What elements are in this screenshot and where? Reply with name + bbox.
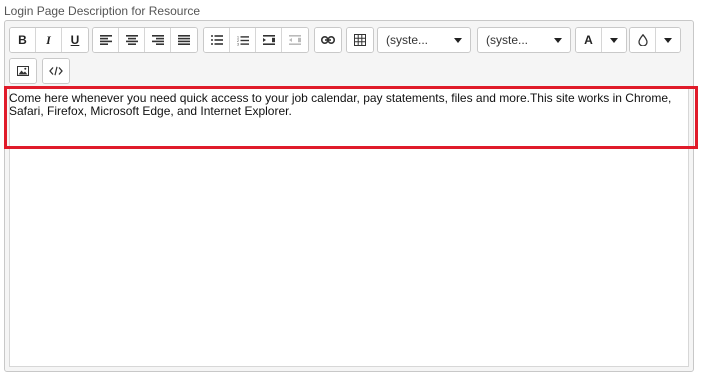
image-group bbox=[9, 58, 37, 84]
insert-link-button[interactable] bbox=[315, 28, 341, 52]
field-label: Login Page Description for Resource bbox=[4, 4, 201, 18]
underline-button[interactable]: U bbox=[62, 28, 88, 52]
align-left-button[interactable] bbox=[93, 28, 119, 52]
rich-text-editor: B I U 1 2 3 (syste... (syste... A bbox=[4, 20, 694, 372]
insert-table-button[interactable] bbox=[347, 28, 373, 52]
font-family-value: (syste... bbox=[386, 33, 429, 47]
highlight-box bbox=[4, 86, 698, 149]
underline-icon: U bbox=[70, 33, 80, 47]
font-color-button[interactable]: A bbox=[576, 28, 602, 52]
indent-button[interactable] bbox=[256, 28, 282, 52]
text-style-group: B I U bbox=[9, 27, 89, 53]
font-size-select[interactable]: (syste... bbox=[477, 27, 571, 53]
chevron-down-icon bbox=[664, 37, 672, 43]
table-icon bbox=[354, 34, 366, 46]
code-view-icon bbox=[49, 66, 63, 76]
table-group bbox=[346, 27, 374, 53]
code-view-group bbox=[42, 58, 70, 84]
font-color-dropdown[interactable] bbox=[602, 28, 626, 52]
font-color-icon: A bbox=[584, 33, 593, 47]
fill-color-dropdown[interactable] bbox=[656, 28, 680, 52]
fill-color-icon bbox=[637, 34, 648, 46]
fill-color-group bbox=[629, 27, 681, 53]
link-icon bbox=[321, 36, 335, 44]
numbered-list-button[interactable]: 1 2 3 bbox=[230, 28, 256, 52]
bulleted-list-icon bbox=[210, 35, 223, 45]
align-right-button[interactable] bbox=[145, 28, 171, 52]
numbered-list-icon: 1 2 3 bbox=[237, 35, 249, 46]
outdent-button[interactable] bbox=[282, 28, 308, 52]
indent-icon bbox=[262, 35, 275, 45]
italic-button[interactable]: I bbox=[36, 28, 62, 52]
alignment-group bbox=[92, 27, 198, 53]
align-justify-icon bbox=[178, 35, 190, 45]
list-indent-group: 1 2 3 bbox=[203, 27, 309, 53]
link-group bbox=[314, 27, 342, 53]
font-color-group: A bbox=[575, 27, 627, 53]
bulleted-list-button[interactable] bbox=[204, 28, 230, 52]
code-view-button[interactable] bbox=[43, 59, 69, 83]
italic-icon: I bbox=[46, 32, 51, 47]
align-center-icon bbox=[125, 35, 138, 45]
image-icon bbox=[17, 66, 29, 76]
align-right-icon bbox=[151, 35, 164, 45]
align-left-icon bbox=[99, 35, 112, 45]
outdent-icon bbox=[289, 35, 301, 45]
bold-icon: B bbox=[18, 33, 27, 47]
bold-button[interactable]: B bbox=[10, 28, 36, 52]
chevron-down-icon bbox=[454, 37, 462, 43]
insert-image-button[interactable] bbox=[10, 59, 36, 83]
align-justify-button[interactable] bbox=[171, 28, 197, 52]
fill-color-button[interactable] bbox=[630, 28, 656, 52]
align-center-button[interactable] bbox=[119, 28, 145, 52]
font-size-value: (syste... bbox=[486, 33, 529, 47]
font-family-select[interactable]: (syste... bbox=[377, 27, 471, 53]
chevron-down-icon bbox=[554, 37, 562, 43]
chevron-down-icon bbox=[610, 37, 618, 43]
svg-text:3: 3 bbox=[237, 42, 239, 46]
